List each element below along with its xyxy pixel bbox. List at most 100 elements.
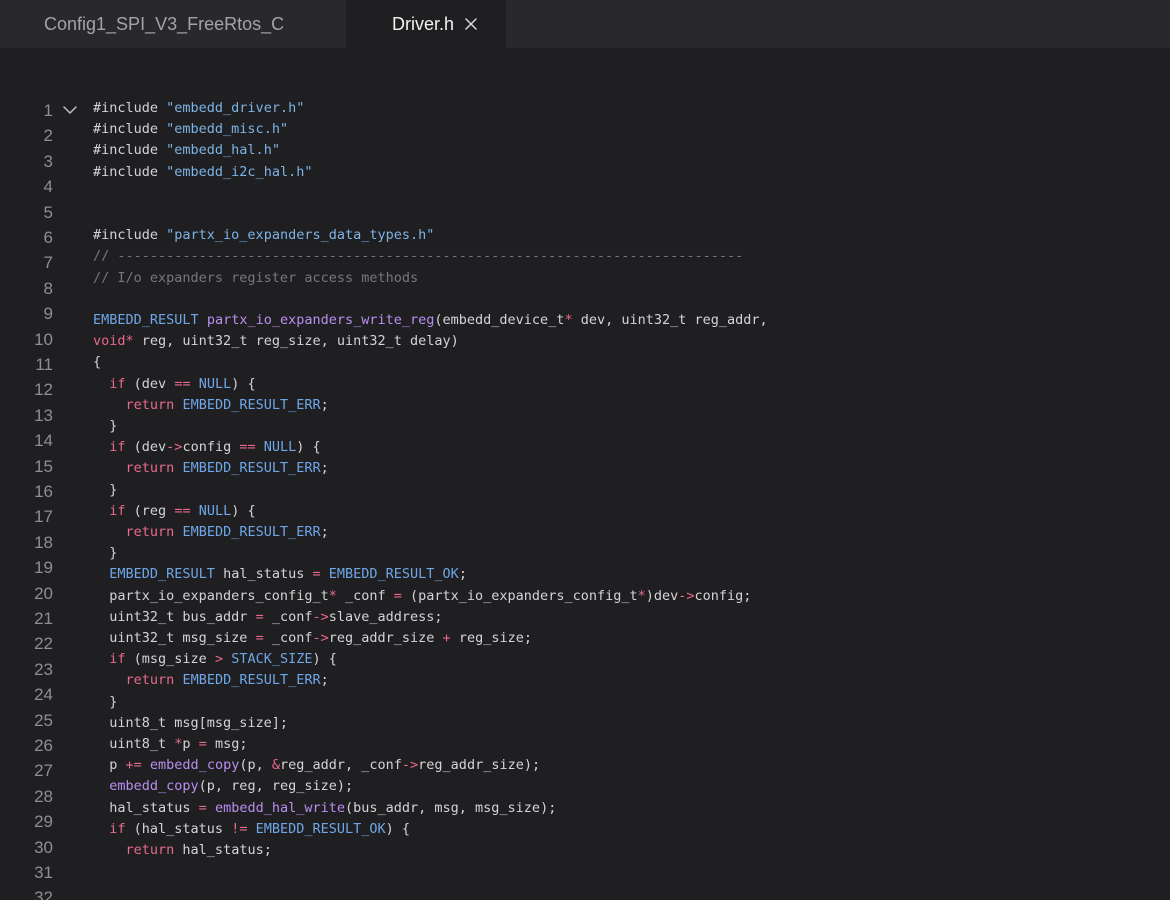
code-text[interactable]: return EMBEDD_RESULT_ERR;	[93, 458, 329, 479]
code-text[interactable]: uint8_t msg[msg_size];	[93, 713, 288, 734]
code-text[interactable]: void* reg, uint32_t reg_size, uint32_t d…	[93, 331, 459, 352]
code-token: reg_size;	[450, 630, 532, 646]
code-token: ) {	[296, 439, 321, 456]
code-editor[interactable]: 1 #include "embedd_driver.h" 2 #include "em…	[0, 48, 1170, 900]
code-text[interactable]: if (hal_status != EMBEDD_RESULT_OK) {	[93, 819, 410, 840]
code-text[interactable]: if (msg_size > STACK_SIZE) {	[93, 649, 337, 670]
tab-driver-h[interactable]: Driver.h	[346, 0, 506, 48]
code-token: &	[271, 757, 280, 774]
line-number: 14	[34, 431, 53, 451]
line-number: 22	[34, 634, 53, 654]
code-text[interactable]: }	[93, 692, 117, 713]
code-token: #include	[93, 142, 167, 159]
code-token: embedd_copy	[149, 757, 240, 774]
code-text[interactable]: uint32_t msg_size = _conf->reg_addr_size…	[93, 628, 532, 649]
code-text[interactable]: // -------------------------------------…	[93, 246, 743, 267]
code-token: void	[93, 333, 126, 350]
code-text[interactable]: return hal_status;	[93, 840, 272, 861]
code-token: return	[125, 672, 175, 689]
line-number: 1	[43, 101, 53, 120]
code-token: (p,	[239, 757, 272, 774]
line-number: 27	[34, 761, 53, 781]
code-text[interactable]: // I/o expanders register access methods	[93, 268, 418, 289]
code-text[interactable]: #include "embedd_misc.h"	[93, 119, 288, 140]
code-token: EMBEDD_RESULT_ERR	[182, 396, 321, 413]
close-icon[interactable]	[464, 17, 478, 31]
code-token: ->	[678, 587, 695, 604]
code-token: =	[393, 587, 402, 604]
code-text[interactable]: }	[93, 480, 117, 501]
code-token: (bus_addr, msg, msg_size);	[345, 799, 557, 816]
line-number: 11	[35, 355, 53, 374]
line-number: 16	[34, 482, 53, 501]
code-token: *	[328, 587, 337, 604]
code-text[interactable]: EMBEDD_RESULT hal_status = EMBEDD_RESULT…	[93, 564, 467, 585]
code-token: ;	[320, 460, 329, 477]
code-text[interactable]: hal_status = embedd_hal_write(bus_addr, …	[93, 798, 556, 819]
code-token: =	[198, 799, 207, 816]
code-token: ->	[312, 630, 329, 646]
code-text[interactable]: return EMBEDD_RESULT_ERR;	[93, 522, 329, 543]
code-text[interactable]: partx_io_expanders_config_t* _conf = (pa…	[93, 586, 751, 607]
code-token: partx_io_expanders_config_t	[93, 587, 329, 604]
code-text[interactable]: return EMBEDD_RESULT_ERR;	[93, 670, 329, 691]
code-token: return	[125, 460, 175, 477]
code-text[interactable]: #include "embedd_i2c_hal.h"	[93, 162, 312, 183]
code-text[interactable]: #include "embedd_hal.h"	[93, 140, 280, 161]
code-text[interactable]: }	[93, 543, 117, 564]
chevron-down-icon[interactable]	[62, 103, 78, 117]
code-token: p	[182, 736, 199, 752]
code-token: uint32_t msg_size	[93, 630, 256, 646]
code-token: ;	[320, 524, 329, 540]
code-token: "embedd_hal.h"	[166, 142, 280, 159]
code-token: (dev	[125, 439, 167, 456]
line-number: 18	[34, 532, 53, 552]
code-token: ->	[312, 608, 329, 625]
tab-config1-spi[interactable]: Config1_SPI_V3_FreeRtos_C	[0, 0, 346, 48]
code-token: EMBEDD_RESULT_OK	[255, 820, 386, 837]
code-token: uint8_t	[93, 736, 175, 752]
code-token: hal_status	[93, 799, 199, 816]
code-text[interactable]: EMBEDD_RESULT partx_io_expanders_write_r…	[93, 310, 768, 331]
code-text[interactable]: if (dev->config == NULL) {	[93, 437, 321, 458]
code-token: NULL	[198, 375, 232, 392]
code-text[interactable]: if (dev == NULL) {	[93, 374, 255, 395]
line-number: 26	[34, 736, 53, 755]
code-text[interactable]: embedd_copy(p, reg, reg_size);	[93, 776, 353, 797]
code-token: (partx_io_expanders_config_t	[401, 587, 638, 604]
code-token: #include	[93, 163, 167, 180]
code-token: ==	[239, 439, 256, 456]
code-token: !=	[231, 820, 248, 837]
code-text[interactable]: uint32_t bus_addr = _conf->slave_address…	[93, 607, 442, 628]
code-token: >	[214, 651, 224, 668]
code-text[interactable]: #include "embedd_driver.h"	[93, 98, 304, 119]
code-text[interactable]: return EMBEDD_RESULT_ERR;	[93, 395, 329, 416]
code-token: if	[109, 651, 126, 668]
code-text[interactable]: {	[93, 352, 101, 373]
code-token: #include	[93, 121, 167, 138]
code-text[interactable]: p += embedd_copy(p, &reg_addr, _conf->re…	[93, 755, 540, 776]
code-text[interactable]: #include "partx_io_expanders_data_types.…	[93, 225, 434, 246]
code-text[interactable]: }	[93, 416, 117, 437]
code-token: (msg_size	[125, 651, 215, 668]
code-token: if	[109, 502, 126, 519]
tab-bar: Config1_SPI_V3_FreeRtos_C Driver.h	[0, 0, 1170, 48]
code-text[interactable]: uint8_t *p = msg;	[93, 734, 247, 755]
code-token: }	[93, 418, 118, 434]
code-token: *	[125, 333, 134, 350]
code-token: hal_status	[214, 566, 313, 583]
code-token: ) {	[312, 651, 337, 668]
code-token: EMBEDD_RESULT_ERR	[182, 460, 321, 477]
code-text[interactable]: if (reg == NULL) {	[93, 501, 255, 522]
